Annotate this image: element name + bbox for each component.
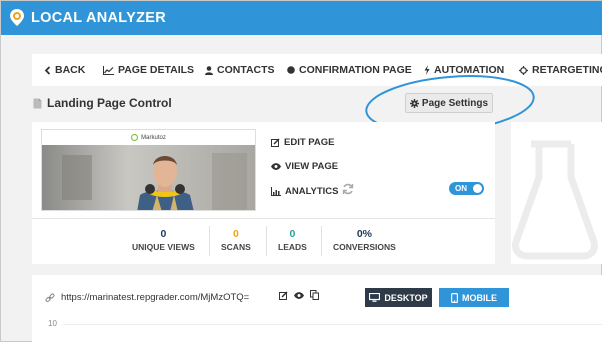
preview-site-name: Markutoz (141, 134, 166, 141)
toggle-knob (473, 184, 482, 193)
stat-value: 0 (232, 228, 239, 240)
page-nav: BACK PAGE DETAILS CONTACTS CONFIRMATION … (32, 54, 602, 86)
analytics-label: ANALYTICS (285, 186, 339, 197)
analytics-link[interactable]: ANALYTICS (271, 186, 339, 197)
nav-page-details[interactable]: PAGE DETAILS (103, 64, 194, 76)
url-actions (279, 290, 319, 300)
toggle-label: ON (455, 184, 467, 193)
edit-page-link[interactable]: EDIT PAGE (271, 137, 335, 148)
chevron-left-icon (44, 65, 51, 75)
page-url[interactable]: https://marinatest.repgrader.com/MjMzOTQ… (61, 292, 249, 303)
bolt-icon (424, 65, 430, 75)
stat-separator (321, 226, 322, 256)
stat-value: 0 (160, 228, 167, 240)
edit-page-label: EDIT PAGE (284, 137, 335, 148)
top-bar: LOCAL ANALYZER (1, 1, 602, 35)
line-chart-icon (103, 65, 114, 75)
crosshair-icon (519, 65, 528, 75)
gear-icon (409, 98, 419, 108)
stat-unique-views: 0 UNIQUE VIEWS (132, 228, 195, 252)
refresh-icon[interactable] (342, 183, 354, 195)
nav-confirmation-page-label: CONFIRMATION PAGE (299, 64, 412, 76)
nav-retargeting[interactable]: RETARGETING (519, 64, 602, 76)
edit-icon[interactable] (279, 290, 288, 300)
chart-y-tick: 10 (48, 319, 57, 328)
landing-page-card: Markutoz EDIT PAGE VIEW PAGE ANALYTICS O… (32, 122, 495, 264)
nav-contacts[interactable]: CONTACTS (205, 64, 275, 76)
brand-name: LOCAL ANALYZER (31, 10, 166, 26)
nav-back[interactable]: BACK (44, 64, 85, 76)
desktop-label: DESKTOP (384, 292, 428, 303)
user-icon (205, 65, 213, 75)
page-url-row: https://marinatest.repgrader.com/MjMzOTQ… (45, 292, 249, 303)
chart-gridline (63, 324, 602, 325)
nav-page-details-label: PAGE DETAILS (118, 64, 195, 76)
phone-icon (451, 292, 458, 303)
eye-icon[interactable] (294, 291, 304, 299)
nav-back-label: BACK (55, 64, 86, 76)
site-logo-icon (131, 134, 139, 141)
nav-confirmation-page[interactable]: CONFIRMATION PAGE (287, 64, 412, 76)
nav-automation-label: AUTOMATION (434, 64, 505, 76)
view-page-label: VIEW PAGE (285, 161, 339, 172)
stat-label: UNIQUE VIEWS (132, 242, 195, 252)
stat-label: LEADS (278, 242, 307, 252)
file-icon (33, 98, 42, 108)
eye-icon (271, 163, 281, 170)
preview-hero-image (42, 145, 255, 210)
stat-label: SCANS (221, 242, 251, 252)
page-settings-button[interactable]: Page Settings (405, 93, 493, 113)
side-panel (511, 122, 602, 264)
page-preview-thumbnail[interactable]: Markutoz (41, 129, 256, 211)
preview-header: Markutoz (42, 130, 255, 145)
stat-value: 0 (289, 228, 296, 240)
bar-chart-icon (271, 187, 281, 196)
stat-separator (266, 226, 267, 256)
url-card: https://marinatest.repgrader.com/MjMzOTQ… (32, 275, 602, 342)
edit-icon (271, 138, 280, 147)
desktop-view-button[interactable]: DESKTOP (365, 288, 432, 307)
link-icon (45, 293, 55, 302)
mobile-view-button[interactable]: MOBILE (439, 288, 509, 307)
flask-icon (512, 140, 598, 260)
view-page-link[interactable]: VIEW PAGE (271, 161, 338, 172)
logo-pin-icon (10, 9, 24, 26)
stat-label: CONVERSIONS (333, 242, 396, 252)
nav-retargeting-label: RETARGETING (532, 64, 602, 76)
mobile-label: MOBILE (462, 292, 497, 303)
monitor-icon (369, 293, 381, 302)
page-settings-label: Page Settings (421, 97, 489, 109)
copy-icon[interactable] (310, 290, 319, 300)
nav-automation[interactable]: AUTOMATION (424, 64, 504, 76)
stat-separator (209, 226, 210, 256)
stat-scans: 0 SCANS (221, 228, 251, 252)
stat-value: 0% (356, 228, 372, 240)
nav-contacts-label: CONTACTS (217, 64, 275, 76)
circle-icon (287, 66, 295, 74)
page-title-text: Landing Page Control (47, 96, 172, 110)
page-title: Landing Page Control (33, 96, 172, 110)
stats-divider (32, 218, 495, 219)
analytics-toggle[interactable]: ON (449, 182, 484, 195)
stat-leads: 0 LEADS (278, 228, 307, 252)
stat-conversions: 0% CONVERSIONS (333, 228, 396, 252)
